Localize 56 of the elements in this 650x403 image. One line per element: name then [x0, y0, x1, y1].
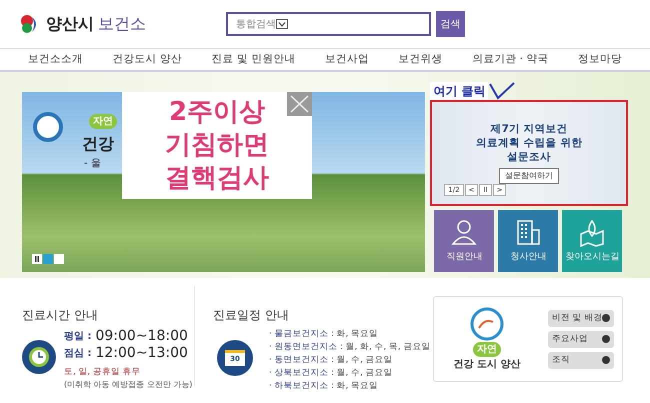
person-icon	[450, 218, 478, 247]
banner-text: 설문조사	[507, 150, 552, 164]
clock-icon	[22, 340, 56, 374]
about-link[interactable]: 비전 및 배경	[548, 310, 614, 326]
nav-link[interactable]: 보건위생	[398, 52, 443, 68]
closed-days: 토, 일, 공휴일 휴무	[64, 366, 192, 379]
schedule-item: · 하북보건지소 : 화, 목요일	[269, 380, 380, 393]
nav-link[interactable]: 의료기관 · 약국	[472, 52, 548, 68]
nav-link[interactable]: 보건소소개	[28, 52, 83, 68]
nav-link[interactable]: 진료 및 민원안내	[212, 52, 296, 68]
shortcut-tile[interactable]: 청사안내	[498, 210, 558, 272]
tile-label: 찾아오시는길	[565, 250, 620, 264]
section-title: 진료일정 안내	[213, 307, 290, 324]
schedule-item: · 물금보건지소 : 화, 목요일	[269, 328, 380, 341]
slide-subtitle: - 울	[84, 157, 101, 171]
map-pin-icon	[578, 218, 606, 247]
circle-logo-icon	[33, 112, 63, 142]
hours-label: 점심 :	[64, 347, 92, 361]
close-icon	[287, 92, 312, 116]
popup-text: 결핵검사	[165, 162, 269, 195]
popup-text: 2주이상	[168, 96, 266, 129]
hours-time: 09:00~18:00	[95, 328, 188, 345]
about-link[interactable]: 조직	[548, 352, 614, 368]
slide-indicator[interactable]	[54, 254, 64, 264]
tile-label: 청사안내	[510, 250, 546, 264]
shortcut-tile[interactable]: 직원안내	[434, 210, 494, 272]
logo-badge: 자연	[473, 342, 501, 357]
hours-time: 12:00~13:00	[95, 345, 188, 362]
tile-label: 직원안내	[446, 250, 482, 264]
survey-button[interactable]: 설문참여하기	[499, 168, 560, 184]
search-scope[interactable]: 통합검색	[236, 16, 276, 32]
pause-icon	[32, 254, 42, 264]
nav-link[interactable]: 건강도시 양산	[112, 52, 182, 68]
nav-link[interactable]: 보건사업	[325, 52, 369, 68]
annotation-text: 여기 클릭	[430, 82, 488, 100]
schedule-item: · 원동면보건지소 : 월, 화, 수, 목, 금요일	[269, 341, 430, 354]
schedule-item: · 동면보건지소 : 월, 수, 금요일	[269, 354, 394, 367]
schedule-item: · 상북보건지소 : 월, 수, 금요일	[269, 367, 394, 380]
about-link[interactable]: 주요사업	[548, 330, 614, 348]
slide-title: 건강	[82, 133, 114, 155]
circle-logo-icon	[469, 306, 505, 342]
slide-badge: 자연	[89, 114, 117, 129]
banner-text: 의료계획 수립을 위한	[476, 136, 582, 150]
slide-indicator[interactable]	[43, 254, 53, 264]
nav-link[interactable]: 정보마당	[578, 52, 622, 68]
hours-label: 평일 :	[64, 330, 92, 344]
search-button[interactable]: 검색	[436, 11, 465, 37]
logo-text: 양산시	[46, 13, 94, 35]
popup-text: 기침하면	[165, 129, 269, 162]
hours-note: (미취학 아동 예방접종 오전만 가능)	[64, 378, 192, 391]
logo-text: 건강 도시 양산	[454, 358, 520, 372]
banner-text: 제7기 지역보건	[490, 122, 568, 136]
search-field[interactable]: 통합검색	[226, 12, 431, 36]
section-title: 진료시간 안내	[22, 307, 99, 324]
dropdown-icon	[276, 19, 288, 29]
logo-subtext: 보건소	[98, 13, 146, 35]
